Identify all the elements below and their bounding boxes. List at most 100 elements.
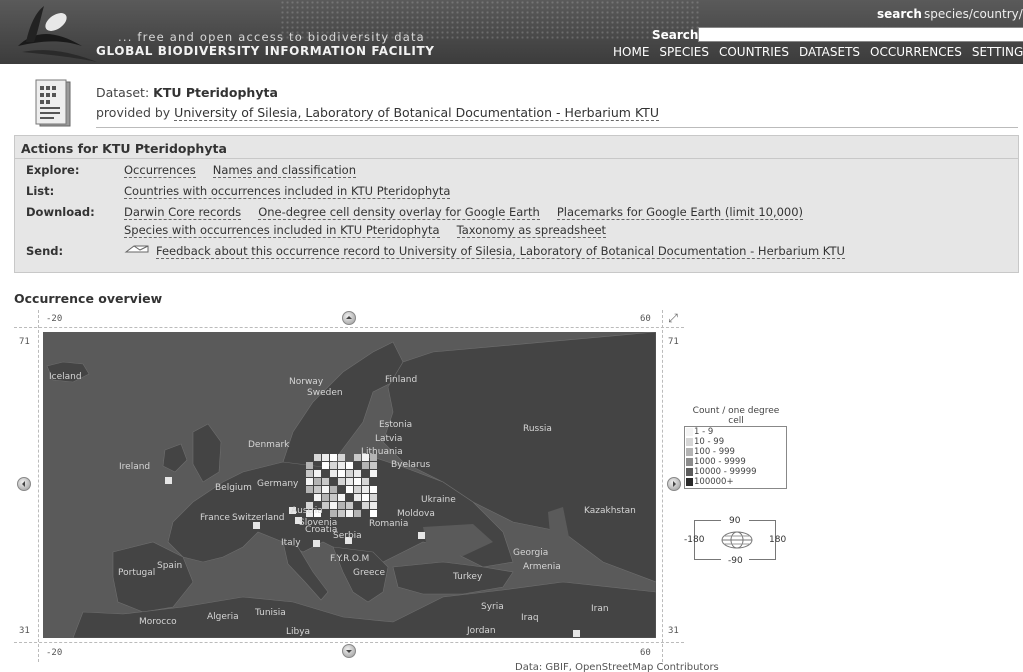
occurrence-cell bbox=[330, 462, 337, 469]
legend-item: 100000+ bbox=[685, 477, 786, 487]
place-label: Romania bbox=[369, 519, 409, 529]
occurrence-cell bbox=[322, 454, 329, 461]
provider-link[interactable]: University of Silesia, Laboratory of Bot… bbox=[174, 105, 659, 121]
place-label: Armenia bbox=[523, 562, 561, 572]
legend-label: 10 - 99 bbox=[694, 437, 725, 447]
place-label: Russia bbox=[523, 424, 552, 434]
occurrence-cell bbox=[370, 470, 377, 477]
place-label: Morocco bbox=[139, 617, 177, 627]
page: ... free and open access to biodiversity… bbox=[0, 0, 1023, 672]
occurrence-cell bbox=[330, 470, 337, 477]
legend-swatch bbox=[686, 428, 693, 436]
occurrence-map[interactable]: Iceland Norway Sweden Finland Russia Est… bbox=[43, 332, 656, 638]
overview-title: Occurrence overview bbox=[14, 291, 163, 306]
search-input[interactable] bbox=[698, 27, 1023, 42]
occurrence-cell bbox=[573, 630, 580, 637]
place-label: Italy bbox=[281, 538, 301, 548]
legend-item: 10 - 99 bbox=[685, 437, 786, 447]
lon-min-top: -20 bbox=[46, 314, 63, 324]
place-label: Byelarus bbox=[391, 460, 431, 470]
legend-swatch bbox=[686, 448, 693, 456]
legend-item: 1000 - 9999 bbox=[685, 457, 786, 467]
extent-south: -90 bbox=[728, 556, 743, 566]
occurrence-cell bbox=[330, 510, 337, 517]
place-label: Latvia bbox=[375, 434, 403, 444]
list-countries-link[interactable]: Countries with occurrences included in K… bbox=[124, 184, 451, 199]
occurrence-cell bbox=[338, 494, 345, 501]
occurrence-cell bbox=[354, 486, 361, 493]
occurrence-cell bbox=[330, 486, 337, 493]
occurrence-cell bbox=[338, 470, 345, 477]
fullscreen-icon[interactable]: ⤢ bbox=[666, 311, 680, 325]
occurrence-cell bbox=[418, 532, 425, 539]
tagline: ... free and open access to biodiversity… bbox=[118, 30, 425, 44]
place-label: Denmark bbox=[248, 440, 290, 450]
provided-by-label: provided by bbox=[96, 105, 171, 120]
occurrence-cell bbox=[314, 486, 321, 493]
occurrence-cell bbox=[306, 486, 313, 493]
occurrence-cell bbox=[165, 477, 172, 484]
download-taxonomy-link[interactable]: Taxonomy as spreadsheet bbox=[456, 223, 607, 238]
list-label: List: bbox=[26, 184, 55, 198]
place-label: Portugal bbox=[118, 568, 156, 578]
download-darwin-core-link[interactable]: Darwin Core records bbox=[124, 205, 242, 220]
pan-down-button[interactable] bbox=[342, 644, 356, 658]
legend-swatch bbox=[686, 478, 693, 486]
lat-min-left: 31 bbox=[19, 626, 30, 636]
search-hint: species/country/d bbox=[924, 7, 1023, 21]
pan-right-button[interactable] bbox=[667, 477, 681, 491]
occurrence-cell bbox=[362, 462, 369, 469]
legend-item: 100 - 999 bbox=[685, 447, 786, 457]
dataset-label: Dataset: bbox=[96, 85, 150, 100]
occurrence-cell bbox=[322, 478, 329, 485]
occurrence-cell bbox=[346, 478, 353, 485]
dataset-icon bbox=[35, 79, 71, 127]
nav-home[interactable]: HOME bbox=[613, 45, 649, 59]
place-label: Finland bbox=[385, 375, 418, 385]
pan-up-button[interactable] bbox=[342, 311, 356, 325]
place-label: Iran bbox=[591, 604, 609, 614]
occurrence-cell bbox=[370, 486, 377, 493]
occurrence-cell bbox=[346, 510, 353, 517]
legend-swatch bbox=[686, 468, 693, 476]
actions-title: Actions for KTU Pteridophyta bbox=[21, 141, 227, 156]
lon-min-bottom: -20 bbox=[46, 648, 63, 658]
occurrence-cell bbox=[354, 510, 361, 517]
explore-names-link[interactable]: Names and classification bbox=[212, 163, 357, 178]
nav-datasets[interactable]: DATASETS bbox=[799, 45, 860, 59]
lat-max-left: 71 bbox=[19, 337, 30, 347]
feedback-envelope-icon bbox=[124, 245, 149, 253]
dataset-title: Dataset: KTU Pteridophyta bbox=[96, 85, 278, 100]
occurrence-cell bbox=[354, 454, 361, 461]
place-label: Kazakhstan bbox=[584, 506, 636, 516]
send-label: Send: bbox=[26, 244, 64, 258]
legend-swatch bbox=[686, 458, 693, 466]
nav-countries[interactable]: COUNTRIES bbox=[719, 45, 789, 59]
occurrence-cell bbox=[314, 454, 321, 461]
download-label: Download: bbox=[26, 205, 95, 219]
download-density-overlay-link[interactable]: One-degree cell density overlay for Goog… bbox=[258, 205, 540, 220]
place-label: Greece bbox=[353, 568, 386, 578]
occurrence-cell bbox=[338, 454, 345, 461]
nav-settings[interactable]: SETTINGS bbox=[972, 45, 1023, 59]
nav-species[interactable]: SPECIES bbox=[659, 45, 709, 59]
occurrence-cell bbox=[338, 502, 345, 509]
place-label: Austria bbox=[291, 506, 323, 516]
occurrence-cell bbox=[338, 510, 345, 517]
occurrence-cell bbox=[370, 510, 377, 517]
occurrence-cell bbox=[354, 470, 361, 477]
lat-max-right: 71 bbox=[668, 337, 679, 347]
globe-icon[interactable] bbox=[720, 531, 754, 549]
download-placemarks-link[interactable]: Placemarks for Google Earth (limit 10,00… bbox=[556, 205, 804, 220]
place-label: Serbia bbox=[333, 531, 362, 541]
place-label: Sweden bbox=[307, 388, 343, 398]
download-species-link[interactable]: Species with occurrences included in KTU… bbox=[124, 223, 440, 238]
dataset-name: KTU Pteridophyta bbox=[153, 85, 278, 100]
pan-left-button[interactable] bbox=[17, 477, 31, 491]
nav-occurrences[interactable]: OCCURRENCES bbox=[870, 45, 962, 59]
explore-occurrences-link[interactable]: Occurrences bbox=[124, 163, 196, 178]
grid-line bbox=[38, 310, 39, 662]
send-feedback-link[interactable]: Feedback about this occurrence record to… bbox=[156, 244, 845, 259]
brand-name: GLOBAL BIODIVERSITY INFORMATION FACILITY bbox=[96, 44, 435, 58]
occurrence-cell bbox=[362, 478, 369, 485]
